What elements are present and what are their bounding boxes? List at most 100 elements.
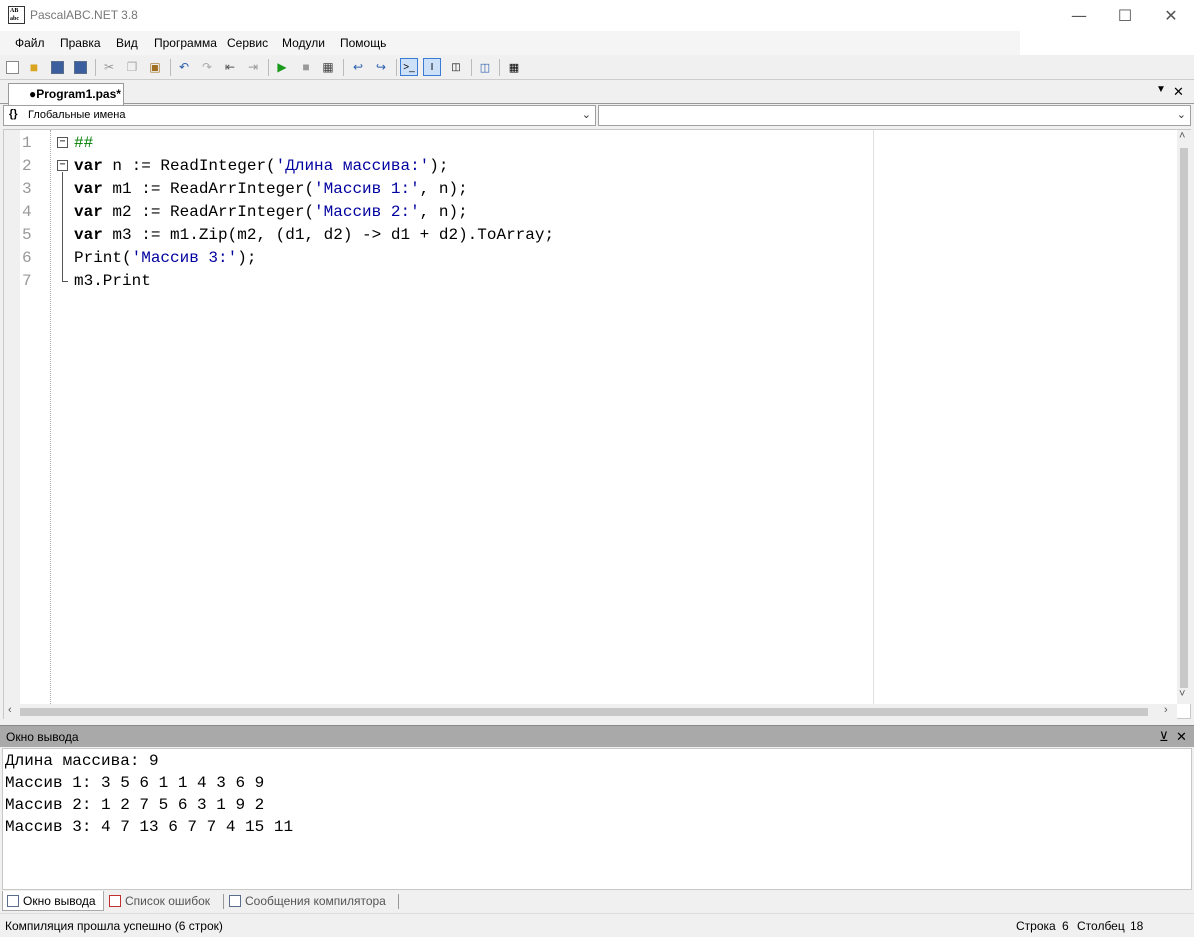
options-icon[interactable]: ◫ [476,58,494,76]
code-line: var m3 := m1.Zip(m2, (d1, d2) -> d1 + d2… [74,226,554,244]
copy-icon[interactable]: ❐ [123,58,141,76]
editor-gutter [4,130,20,704]
tab-program1[interactable]: ●Program1.pas* [8,83,124,105]
form-designer-icon[interactable]: ▦ [505,58,523,76]
code-line: var m1 := ReadArrInteger('Массив 1:', n)… [74,180,468,198]
menu-file[interactable]: Файл [15,36,45,50]
run-icon[interactable]: ▶ [273,58,291,76]
cursor-col-label: Столбец [1077,919,1125,933]
compiler-messages-icon [229,895,241,907]
scroll-left-icon[interactable]: ‹ [8,704,12,716]
horizontal-scrollbar[interactable]: ‹ › [4,704,1177,719]
line-number: 6 [22,249,32,267]
undo-icon[interactable]: ↶ [175,58,193,76]
code-line: var n := ReadInteger('Длина массива:'); [74,157,448,175]
format-code-icon[interactable]: ◫ [447,58,465,76]
code-token: n := ReadInteger( [102,157,276,175]
code-token: Print( [74,249,132,267]
tab-compiler-messages[interactable]: Сообщения компилятора [225,891,397,911]
new-file-icon[interactable] [3,58,21,76]
code-line: var m2 := ReadArrInteger('Массив 2:', n)… [74,203,468,221]
output-panel[interactable]: Длина массива: 9 Массив 1: 3 5 6 1 1 4 3… [2,748,1192,890]
line-numbers: 1 2 3 4 5 6 7 [20,130,52,704]
line-number: 2 [22,157,32,175]
menu-modules[interactable]: Модули [282,36,325,50]
close-icon[interactable]: ✕ [1176,729,1187,745]
output-line: Массив 1: 3 5 6 1 1 4 3 6 9 [5,774,265,792]
menu-view[interactable]: Вид [116,36,138,50]
menu-service[interactable]: Сервис [227,36,268,50]
indent-icon[interactable]: ⇤ [221,58,239,76]
unindent-icon[interactable]: ⇥ [244,58,262,76]
status-message: Компиляция прошла успешно (6 строк) [5,919,223,933]
tab-close-icon[interactable]: ✕ [1173,84,1184,100]
code-token: 'Массив 3:' [131,249,238,267]
code-token: m3 := m1.Zip(m2, (d1, d2) -> d1 + d2).To… [102,226,555,244]
output-window-toggle-icon[interactable]: >_ [400,58,418,76]
code-token: var [74,226,103,244]
code-token: var [74,203,103,221]
line-number: 1 [22,134,32,152]
code-token: 'Массив 1:' [314,180,420,198]
stop-icon[interactable]: ■ [297,58,315,76]
paste-icon[interactable]: ▣ [146,58,164,76]
save-icon[interactable] [48,58,66,76]
pin-icon[interactable]: ⊻ [1159,729,1169,745]
member-combo[interactable]: ⌄ [598,105,1191,126]
menu-program[interactable]: Программа [154,36,217,50]
minimize-button[interactable]: — [1056,0,1102,31]
output-panel-title: Окно вывода [6,730,79,744]
code-line: Print('Массив 3:'); [74,249,256,267]
fold-collapse-icon[interactable]: − [57,160,68,171]
scroll-up-icon[interactable]: ˄ [1179,130,1185,142]
tab-list-chevron-icon[interactable]: ▼ [1156,84,1166,95]
output-panel-header: Окно вывода ⊻ ✕ [0,725,1194,747]
title-bar: AB abc PascalABC.NET 3.8 — ☐ ✕ [0,0,1194,31]
code-token: ); [429,157,449,175]
open-folder-icon[interactable]: ■ [25,58,43,76]
output-line: Длина массива: 9 [5,752,159,770]
code-token: m1 := ReadArrInteger( [102,180,315,198]
redo-icon[interactable]: ↷ [198,58,216,76]
output-line: Массив 2: 1 2 7 5 6 3 1 9 2 [5,796,265,814]
tab-error-list[interactable]: Список ошибок [105,891,223,911]
scroll-right-icon[interactable]: › [1164,704,1168,716]
code-token: , n); [419,203,468,221]
close-button[interactable]: ✕ [1148,0,1194,31]
scroll-down-icon[interactable]: ˅ [1179,688,1185,700]
scroll-thumb[interactable] [20,708,1148,716]
menu-edit[interactable]: Правка [60,36,101,50]
toolbar: ■ ✂ ❐ ▣ ↶ ↷ ⇤ ⇥ ▶ ■ ▦ ↩ ↪ >_ I ◫ ◫ ▦ [0,55,1194,80]
maximize-button[interactable]: ☐ [1102,0,1148,31]
step-over-icon[interactable]: ↪ [372,58,390,76]
cursor-row-label: Строка [1016,919,1056,933]
code-line: m3.Print [74,272,151,290]
code-token: 'Массив 2:' [314,203,420,221]
window-title: PascalABC.NET 3.8 [30,8,138,22]
app-icon: AB abc [8,6,25,24]
input-window-toggle-icon[interactable]: I [423,58,441,76]
scope-combo[interactable]: {} Глобальные имена ⌄ [3,105,596,126]
step-into-icon[interactable]: ↩ [349,58,367,76]
save-all-icon[interactable] [71,58,89,76]
error-list-icon [109,895,121,907]
code-token: 'Длина массива:' [275,157,430,175]
code-token: var [74,180,103,198]
code-editor[interactable]: 1 2 3 4 5 6 7 − − ## var n := ReadIntege… [3,129,1191,719]
menu-help[interactable]: Помощь [340,36,386,50]
line-number: 5 [22,226,32,244]
code-token: m2 := ReadArrInteger( [102,203,315,221]
tab-output-window[interactable]: Окно вывода [2,891,104,911]
scope-combo-value: Глобальные имена [28,109,126,121]
output-window-icon [7,895,19,907]
line-number: 4 [22,203,32,221]
cursor-row: 6 [1062,919,1069,933]
fold-collapse-icon[interactable]: − [57,137,68,148]
chevron-down-icon: ⌄ [581,109,591,121]
compile-icon[interactable]: ▦ [319,58,337,76]
document-tabs: ●Program1.pas* ▼ ✕ [0,81,1194,105]
line-number: 3 [22,180,32,198]
scroll-thumb[interactable] [1180,148,1188,688]
vertical-scrollbar[interactable]: ˄ ˅ [1177,130,1191,704]
cut-icon[interactable]: ✂ [100,58,118,76]
